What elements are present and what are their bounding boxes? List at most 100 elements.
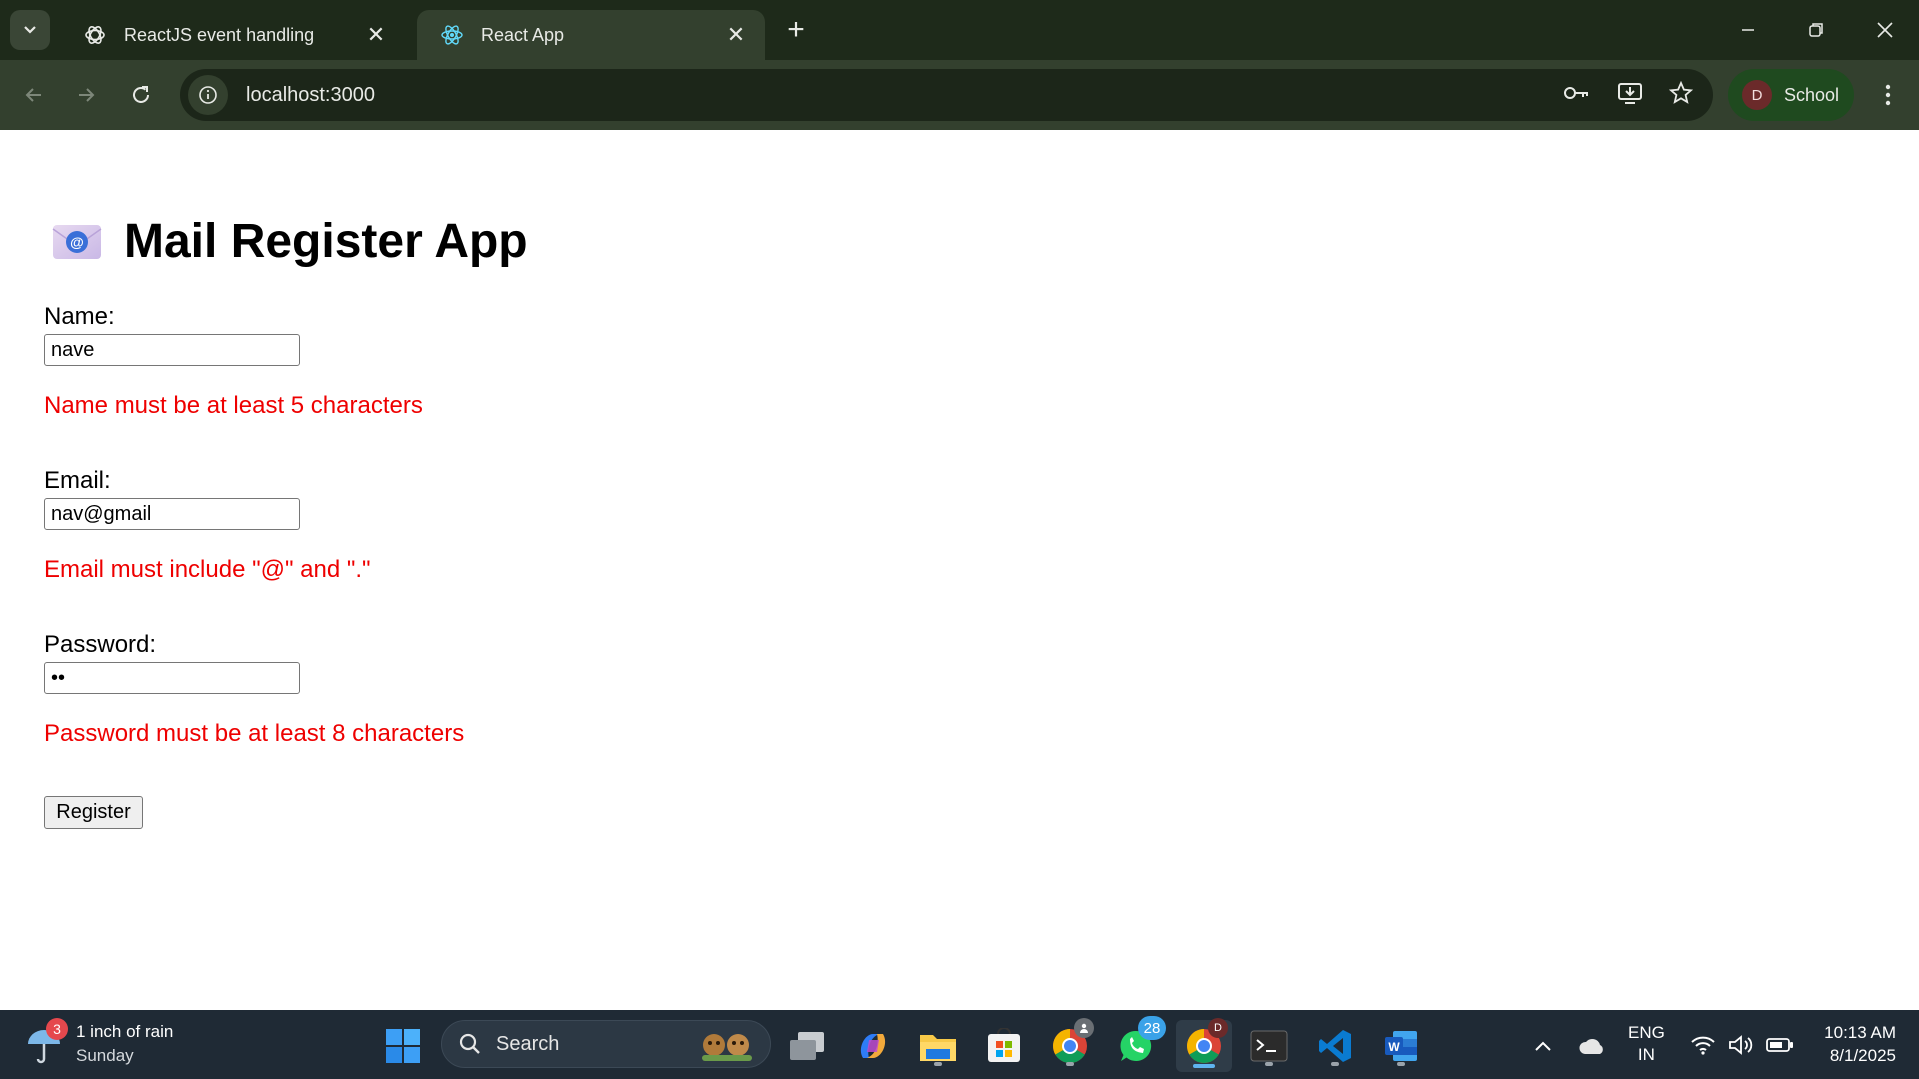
search-icon <box>459 1033 480 1054</box>
whatsapp-unread-badge: 28 <box>1138 1016 1166 1040</box>
terminal-button[interactable] <box>1245 1022 1293 1070</box>
forward-button[interactable] <box>66 75 106 115</box>
address-bar-actions <box>1563 69 1694 121</box>
start-button[interactable] <box>379 1022 427 1070</box>
copilot-button[interactable] <box>849 1022 897 1070</box>
arrow-right-icon <box>79 88 95 102</box>
running-indicator <box>1265 1062 1273 1066</box>
system-tray-status[interactable] <box>1690 1010 1794 1079</box>
svg-text:@: @ <box>70 234 84 250</box>
name-input[interactable]: nave <box>44 334 300 366</box>
folder-icon <box>920 1035 956 1061</box>
reload-icon <box>133 86 149 103</box>
clock-date: 8/1/2025 <box>1829 1046 1896 1065</box>
restore-button[interactable] <box>1788 8 1844 52</box>
onedrive-button[interactable] <box>1568 1022 1616 1070</box>
more-vertical-icon <box>1885 84 1891 106</box>
chrome-profile-badge <box>1074 1018 1094 1038</box>
email-field-group: Email: nav@gmail Email must include "@" … <box>44 468 371 584</box>
tab-reactjs-event-handling[interactable]: ReactJS event handling ✕ <box>60 10 405 60</box>
password-field-group: Password: •• Password must be at least 8… <box>44 632 464 748</box>
back-button[interactable] <box>14 75 54 115</box>
whatsapp-button[interactable]: 28 <box>1112 1016 1166 1070</box>
name-label: Name: <box>44 303 115 330</box>
install-app-icon[interactable] <box>1617 81 1643 110</box>
tab-title: React App <box>481 24 565 45</box>
language-region: IN <box>1637 1045 1655 1064</box>
show-hidden-icons-button[interactable] <box>1519 1022 1567 1070</box>
vscode-icon <box>1319 1030 1351 1062</box>
svg-text:W: W <box>1388 1040 1400 1054</box>
chrome-profile-button[interactable] <box>1046 1018 1094 1070</box>
search-label: Search <box>496 1032 560 1055</box>
browser-tab-strip: ReactJS event handling ✕ React App ✕ + <box>0 0 1919 60</box>
profile-name: School <box>1784 84 1840 105</box>
restore-icon <box>1809 23 1823 37</box>
email-error-message: Email must include "@" and "." <box>44 556 371 583</box>
weather-widget[interactable]: 3 1 inch of rain Sunday <box>26 1018 173 1068</box>
close-window-button[interactable] <box>1857 8 1913 52</box>
close-icon[interactable]: ✕ <box>721 20 751 50</box>
page-content: @ Mail Register App Name: nave Name must… <box>0 130 1919 1010</box>
person-icon <box>1080 1023 1088 1033</box>
password-label: Password: <box>44 631 157 658</box>
new-tab-button[interactable]: + <box>778 12 814 48</box>
site-info-button[interactable] <box>188 75 228 115</box>
react-icon <box>439 22 465 48</box>
word-button[interactable]: W <box>1377 1022 1425 1070</box>
taskbar-search[interactable]: Search <box>441 1020 771 1068</box>
language-indicator[interactable]: ENG IN <box>1628 1022 1665 1066</box>
url-text: localhost:3000 <box>246 83 375 106</box>
chevron-up-icon <box>1535 1041 1551 1051</box>
reload-button[interactable] <box>121 75 161 115</box>
tab-search-button[interactable] <box>10 10 50 50</box>
running-indicator <box>934 1062 942 1066</box>
tab-react-app[interactable]: React App ✕ <box>417 10 765 60</box>
clock-time: 10:13 AM <box>1824 1023 1896 1042</box>
minimize-button[interactable] <box>1720 8 1776 52</box>
name-error-message: Name must be at least 5 characters <box>44 392 423 419</box>
password-key-icon[interactable] <box>1563 83 1591 108</box>
microsoft-store-button[interactable] <box>980 1022 1028 1070</box>
volume-icon <box>1729 1034 1753 1055</box>
arrow-left-icon <box>25 88 41 102</box>
weather-day: Sunday <box>76 1046 134 1065</box>
password-error-message: Password must be at least 8 characters <box>44 720 465 747</box>
browser-toolbar: localhost:3000 D School <box>0 60 1919 130</box>
weather-text: 1 inch of rain Sunday <box>76 1020 173 1068</box>
taskbar-clock[interactable]: 10:13 AM 8/1/2025 <box>1806 1021 1896 1067</box>
windows-logo-icon <box>386 1029 420 1063</box>
password-input[interactable]: •• <box>44 662 300 694</box>
vscode-button[interactable] <box>1311 1022 1359 1070</box>
store-icon <box>988 1028 1020 1062</box>
weather-condition: 1 inch of rain <box>76 1022 174 1041</box>
profile-button[interactable]: D School <box>1728 69 1854 121</box>
weather-alert-badge: 3 <box>46 1018 68 1040</box>
minimize-icon <box>1742 29 1754 31</box>
email-input[interactable]: nav@gmail <box>44 498 300 530</box>
search-highlight-image <box>702 1034 752 1061</box>
close-icon[interactable]: ✕ <box>361 20 391 50</box>
avatar: D <box>1742 80 1772 110</box>
browser-menu-button[interactable] <box>1868 75 1908 115</box>
chrome-active-button[interactable]: D <box>1176 1018 1232 1072</box>
tab-title: ReactJS event handling <box>124 24 315 45</box>
running-indicator <box>1397 1062 1405 1066</box>
cloud-icon <box>1579 1038 1603 1054</box>
address-bar[interactable]: localhost:3000 <box>180 69 1713 121</box>
openai-icon <box>82 22 108 48</box>
register-button[interactable]: Register <box>44 796 143 829</box>
task-view-icon <box>790 1032 824 1060</box>
active-indicator <box>1193 1064 1215 1068</box>
file-explorer-button[interactable] <box>914 1022 962 1070</box>
word-icon: W <box>1385 1031 1417 1061</box>
task-view-button[interactable] <box>783 1022 831 1070</box>
copilot-icon <box>860 1034 886 1058</box>
bookmark-star-icon[interactable] <box>1668 80 1694 110</box>
info-icon <box>199 86 217 104</box>
email-emoji-icon: @ <box>52 224 102 259</box>
page-title: Mail Register App <box>124 215 528 268</box>
email-label: Email: <box>44 467 111 494</box>
wifi-icon <box>1691 1036 1715 1055</box>
app-header: @ Mail Register App <box>52 214 528 269</box>
